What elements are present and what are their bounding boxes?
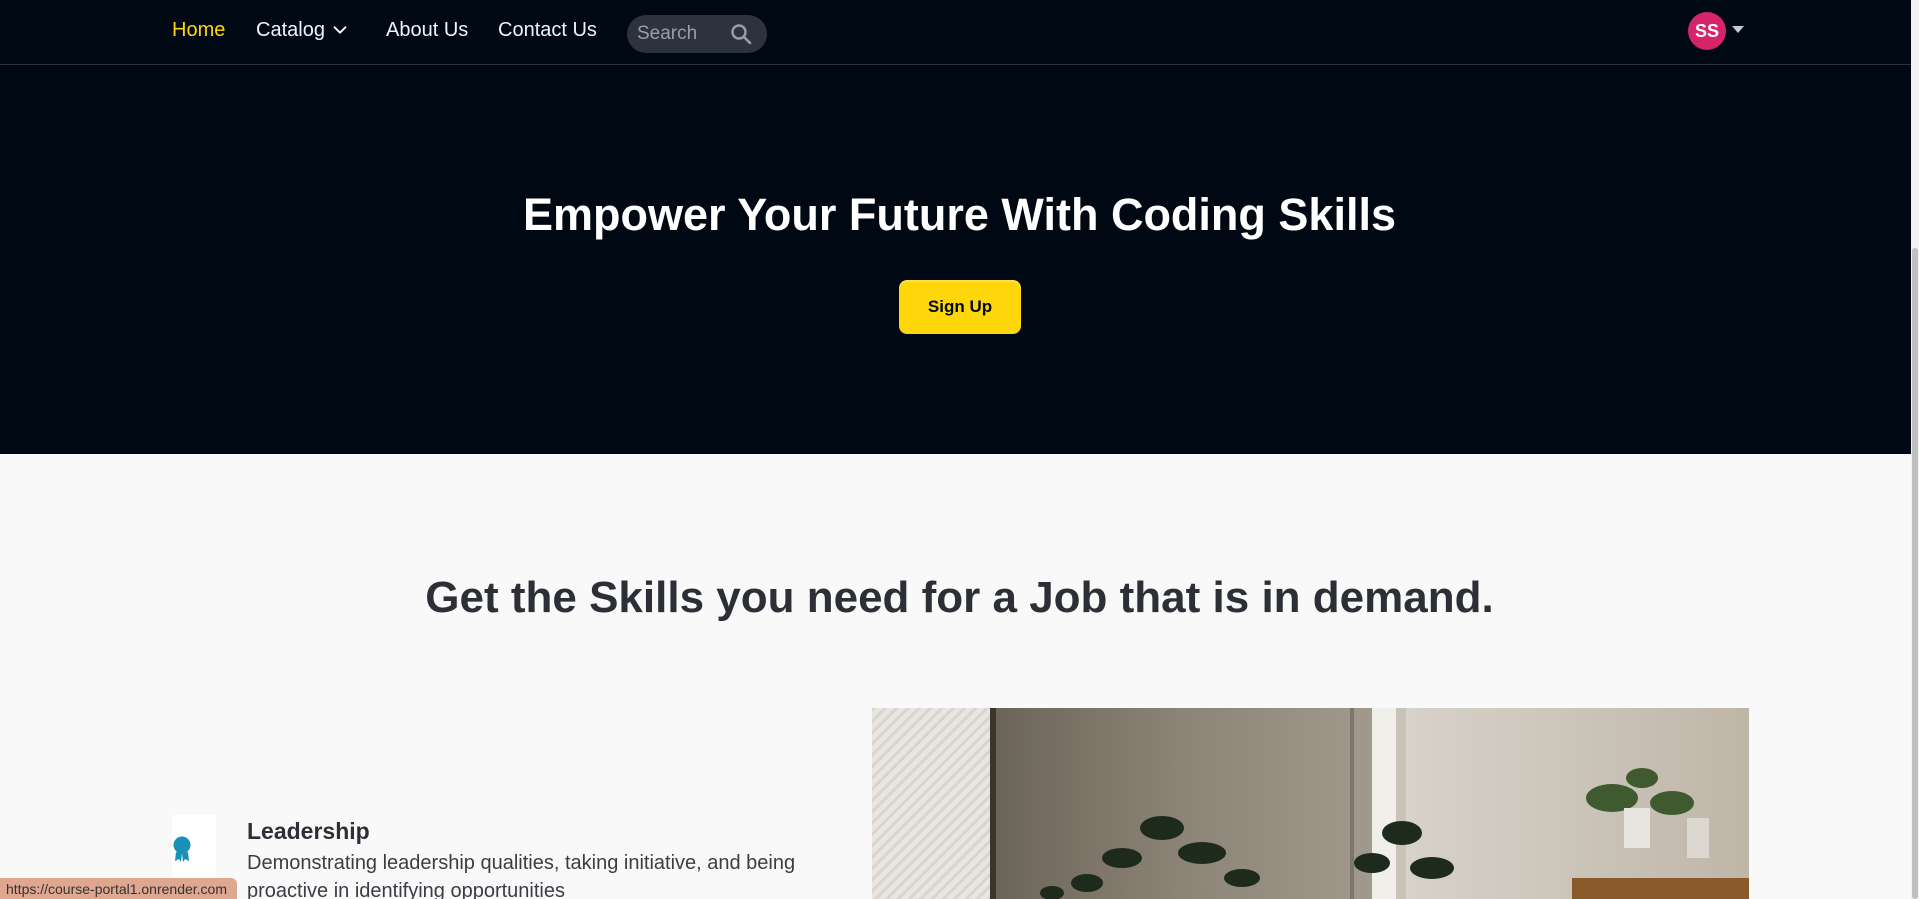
nav-catalog-dropdown[interactable]: Catalog xyxy=(256,18,349,42)
nav-catalog-label: Catalog xyxy=(256,19,325,41)
feature-icon-box xyxy=(172,815,216,879)
nav-contact-link[interactable]: Contact Us xyxy=(498,18,597,42)
plants-photo xyxy=(872,708,1749,899)
navbar: Home Catalog About Us Contact Us SS xyxy=(0,0,1911,65)
chevron-down-icon xyxy=(333,26,347,34)
search-bar xyxy=(627,15,767,53)
scrollbar-thumb[interactable] xyxy=(1912,248,1918,899)
caret-down-icon[interactable] xyxy=(1732,26,1744,33)
search-icon[interactable] xyxy=(729,22,753,46)
hero-title: Empower Your Future With Coding Skills xyxy=(523,189,1396,240)
nav-home-link[interactable]: Home xyxy=(172,18,225,42)
nav-about-link[interactable]: About Us xyxy=(386,18,468,42)
feature-item-leadership: Leadership Demonstrating leadership qual… xyxy=(172,812,822,899)
page: Home Catalog About Us Contact Us SS Empo… xyxy=(0,0,1919,899)
user-avatar[interactable]: SS xyxy=(1688,12,1726,50)
status-url: https://course-portal1.onrender.com xyxy=(0,878,238,899)
award-icon xyxy=(173,836,191,862)
signup-button[interactable]: Sign Up xyxy=(899,280,1021,334)
hero-section: Empower Your Future With Coding Skills S… xyxy=(0,65,1911,454)
feature-title: Leadership xyxy=(247,818,370,844)
search-input[interactable] xyxy=(637,23,727,45)
feature-photo-plants xyxy=(872,708,1749,899)
feature-description: Demonstrating leadership qualities, taki… xyxy=(247,852,796,899)
skills-heading: Get the Skills you need for a Job that i… xyxy=(425,573,1494,622)
